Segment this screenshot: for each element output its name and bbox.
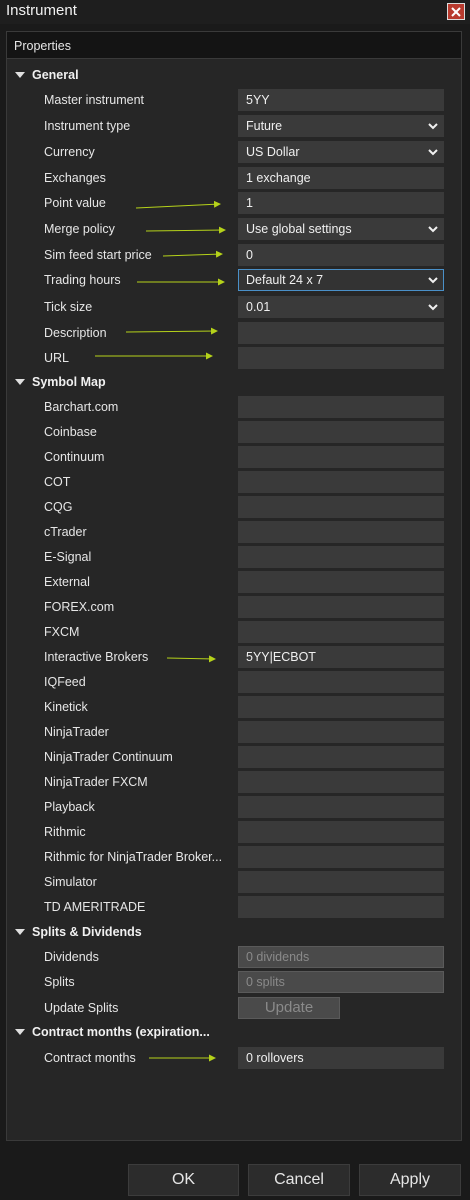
cancel-button[interactable]: Cancel bbox=[248, 1164, 350, 1196]
apply-button[interactable]: Apply bbox=[359, 1164, 461, 1196]
annotation-arrow bbox=[145, 226, 226, 234]
annotation-arrow bbox=[162, 250, 223, 258]
ok-button[interactable]: OK bbox=[128, 1164, 239, 1196]
annotation-arrow bbox=[125, 327, 218, 335]
annotation-arrow bbox=[166, 655, 216, 663]
annotation-arrows bbox=[95, 200, 226, 1062]
annotation-arrow bbox=[135, 200, 221, 209]
